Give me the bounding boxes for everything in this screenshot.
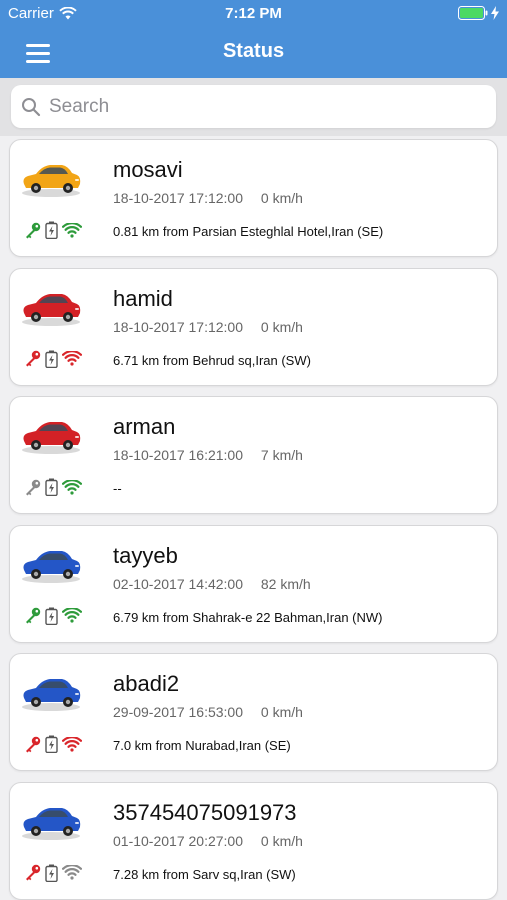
status-bar: Carrier 7:12 PM [0,0,507,28]
vehicle-location: 6.79 km from Shahrak-e 22 Bahman,Iran (N… [113,609,383,625]
gps-signal-icon [62,736,82,752]
vehicle-speed: 0 km/h [260,832,303,849]
last-update-time: 18-10-2017 16:21:00 [113,447,243,463]
vehicle-meta: 29-09-2017 16:53:00 0 km/h [113,704,303,720]
vehicle-speed: 0 km/h [260,318,303,335]
car-icon [22,679,81,711]
ignition-key-icon [26,222,41,238]
vehicle-card[interactable]: hamid 18-10-2017 17:12:00 0 km/h 6.71 km… [9,267,498,386]
battery-indicator [458,6,499,20]
battery-status-icon [45,864,58,882]
battery-icon [458,6,488,20]
vehicle-location: -- [113,481,122,496]
search-icon [22,97,41,116]
vehicle-meta: 18-10-2017 16:21:00 7 km/h [113,447,303,463]
vehicle-location: 7.28 km from Sarv sq,Iran (SW) [113,866,296,882]
status-icons [24,607,82,625]
vehicle-card[interactable]: 357454075091973 01-10-2017 20:27:00 0 km… [9,781,498,900]
status-icons [24,735,82,753]
vehicle-location: 0.81 km from Parsian Esteghlal Hotel,Ira… [113,224,384,239]
battery-status-icon [45,478,58,496]
gps-signal-icon [62,865,82,880]
page-title: Status [222,40,285,62]
gps-signal-icon [62,351,82,366]
vehicle-location: 6.71 km from Behrud sq,Iran (SW) [113,352,311,368]
vehicle-name: tayyeb [113,542,178,568]
last-update-time: 18-10-2017 17:12:00 [113,318,243,335]
clock: 7:12 PM [225,5,282,22]
last-update-time: 01-10-2017 20:27:00 [113,832,243,849]
vehicle-card[interactable]: arman 18-10-2017 16:21:00 7 km/h -- [9,396,498,514]
ignition-key-icon [26,864,41,881]
last-update-time: 18-10-2017 17:12:00 [113,190,243,206]
vehicle-card[interactable]: mosavi 18-10-2017 17:12:00 0 km/h 0.81 k… [9,139,498,257]
battery-status-icon [45,735,58,753]
vehicle-speed: 82 km/h [260,575,311,592]
ignition-key-icon [26,736,41,752]
navigation-bar: Status [0,28,507,78]
car-icon [22,293,81,326]
last-update-time: 02-10-2017 14:42:00 [113,575,243,592]
vehicle-speed: 0 km/h [260,704,303,720]
vehicle-meta: 18-10-2017 17:12:00 0 km/h [113,190,303,206]
status-icons [24,478,82,496]
battery-status-icon [45,350,58,368]
gps-signal-icon [62,608,82,623]
vehicle-location: 7.0 km from Nurabad,Iran (SE) [113,738,291,753]
charging-bolt-icon [491,6,499,20]
vehicle-name: mosavi [113,157,183,182]
ignition-key-icon [26,607,41,624]
car-icon [22,422,81,454]
gps-signal-icon [62,479,82,495]
vehicle-name: hamid [113,285,173,311]
search-field[interactable] [11,85,496,128]
ignition-key-icon [26,479,41,495]
car-icon [22,550,81,583]
vehicle-card[interactable]: abadi2 29-09-2017 16:53:00 0 km/h 7.0 km… [9,653,498,771]
status-icons [24,350,82,368]
vehicle-meta: 18-10-2017 17:12:00 0 km/h [113,319,303,335]
vehicle-name: abadi2 [113,671,180,696]
vehicle-meta: 01-10-2017 20:27:00 0 km/h [113,833,303,849]
ignition-key-icon [26,350,41,367]
vehicle-speed: 7 km/h [260,447,303,463]
car-icon [22,165,81,197]
vehicle-name: arman [113,414,176,439]
status-icons [24,221,82,239]
status-icons [24,864,82,882]
car-icon [22,807,81,840]
vehicle-card[interactable]: tayyeb 02-10-2017 14:42:00 82 km/h 6.79 … [9,524,498,643]
search-bar [0,78,507,136]
vehicle-name: 357454075091973 [113,799,297,825]
battery-status-icon [45,221,58,239]
search-input[interactable] [47,94,471,119]
battery-status-icon [45,607,58,625]
gps-signal-icon [62,222,82,238]
last-update-time: 29-09-2017 16:53:00 [113,704,243,720]
vehicle-speed: 0 km/h [260,190,303,206]
vehicle-meta: 02-10-2017 14:42:00 82 km/h [113,576,311,592]
